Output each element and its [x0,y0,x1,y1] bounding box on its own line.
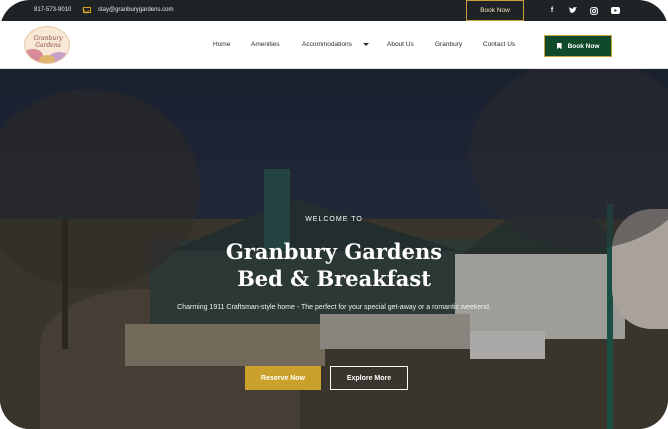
nav-granbury[interactable]: Granbury [435,41,462,48]
site-logo[interactable]: Granbury Gardens [24,26,70,64]
hero-title-line2: Bed & Breakfast [237,266,431,291]
hero-subtitle: Charming 1911 Craftsman-style home - The… [177,304,491,311]
nav-contact-us[interactable]: Contact Us [483,41,515,48]
book-now-label: Book Now [567,42,600,50]
hero-welcome: WELCOME TO [305,216,363,223]
phone-number[interactable]: 817-573-9010 [34,7,71,13]
reserve-now-button[interactable]: Reserve Now [245,366,321,390]
bookmark-icon [556,42,562,50]
browser-page: 817-573-9010 stay@granburygardens.com Bo… [0,0,668,429]
logo-flowers-gold [39,55,55,63]
explore-more-button[interactable]: Explore More [330,366,408,390]
book-now-top-button[interactable]: Book Now [466,0,524,21]
youtube-icon[interactable] [610,6,620,15]
facebook-icon[interactable]: f [547,6,557,15]
nav-accommodations[interactable]: Accommodations [302,41,352,48]
instagram-icon[interactable] [589,6,599,15]
nav-home[interactable]: Home [202,41,241,71]
hero-section: WELCOME TO Granbury Gardens Bed & Breakf… [0,69,668,429]
top-bar: 817-573-9010 stay@granburygardens.com Bo… [0,0,668,21]
nav-about-us[interactable]: About Us [387,41,414,48]
email-icon [83,7,91,13]
hero-title: Granbury Gardens Bed & Breakfast [0,238,668,292]
book-now-button[interactable]: Book Now [544,35,612,57]
twitter-icon[interactable] [568,6,578,15]
logo-text: Granbury Gardens [33,35,63,49]
chevron-down-icon[interactable] [363,43,369,46]
email-address[interactable]: stay@granburygardens.com [98,7,173,13]
hero-title-line1: Granbury Gardens [225,239,443,264]
site-header: Granbury Gardens Home Amenities Accommod… [0,21,668,71]
nav-amenities[interactable]: Amenities [251,41,280,48]
